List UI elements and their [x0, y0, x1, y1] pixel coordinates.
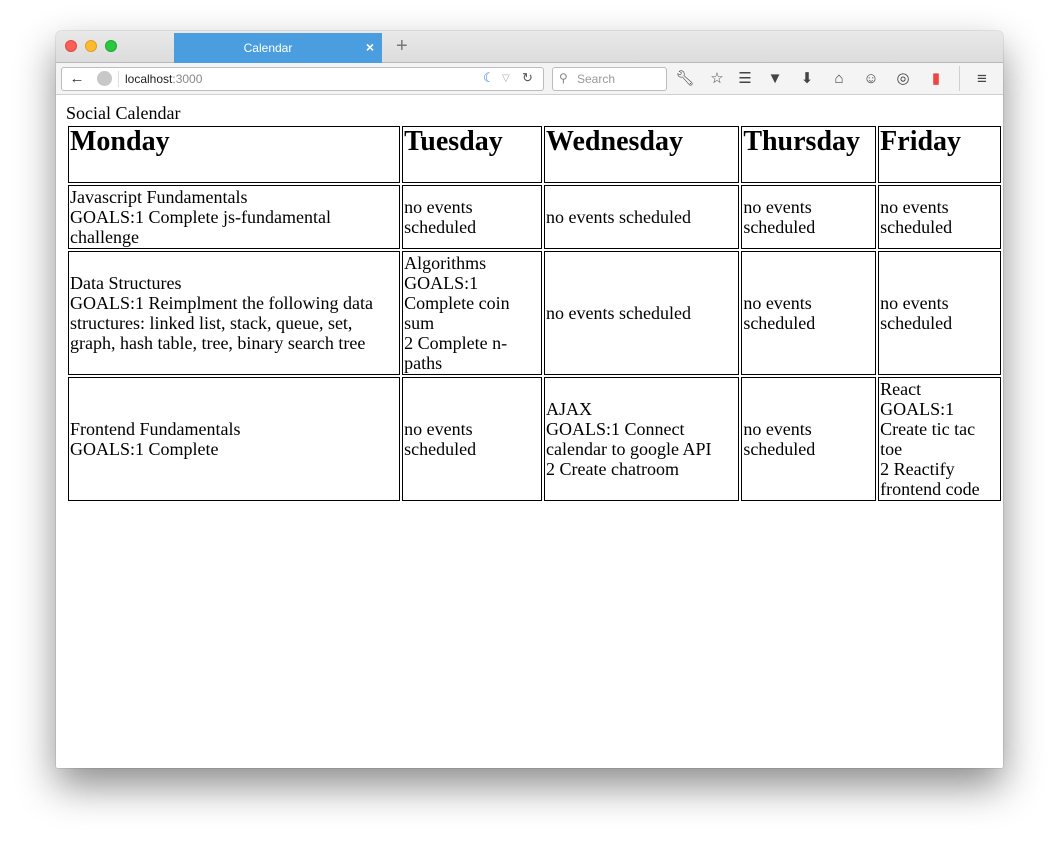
event-goals: GOALS:1 Complete js-fundamental challeng…: [70, 207, 331, 247]
event-goals: GOALS:1 Create tic tac toe: [880, 399, 976, 459]
search-bar[interactable]: ⚲ Search: [552, 67, 667, 91]
day-header-friday: Friday: [878, 126, 1001, 183]
event-goals: GOALS:1 Complete coin sum: [404, 273, 510, 333]
window-minimize-button[interactable]: [85, 40, 97, 52]
table-row: Frontend Fundamentals GOALS:1 Complete no…: [68, 377, 1001, 501]
day-name: Thursday: [743, 126, 861, 157]
event-title: Frontend Fundamentals: [70, 419, 241, 439]
no-events-text: no events scheduled: [743, 197, 816, 237]
search-icon: ⚲: [559, 71, 568, 85]
pocket-icon[interactable]: ▼: [765, 69, 785, 89]
no-events-text: no events scheduled: [404, 419, 477, 459]
event-cell: Javascript Fundamentals GOALS:1 Complete …: [68, 185, 401, 249]
back-arrow-icon: ←: [69, 70, 85, 87]
reader-mode-icon[interactable]: ☾: [483, 70, 495, 86]
chat-icon[interactable]: ☺: [861, 69, 881, 89]
nav-toolbar: ← localhost:3000 ☾ ▽ ↻ ⚲ Search 🔧︎ ☆ ☰ ▼…: [56, 63, 1003, 95]
event-goals: 2 Complete n-paths: [404, 333, 508, 373]
page-content: Social Calendar Monday Tuesday Wednesday…: [56, 95, 1003, 768]
event-cell: Algorithms GOALS:1 Complete coin sum 2 Com…: [402, 251, 543, 375]
url-text[interactable]: localhost:3000: [125, 72, 202, 86]
tab-calendar[interactable]: Calendar ×: [174, 33, 382, 63]
window-close-button[interactable]: [65, 40, 77, 52]
event-goals: 2 Create chatroom: [546, 459, 679, 479]
event-goals: 2 Reactify frontend code: [880, 459, 980, 499]
new-tab-button[interactable]: +: [396, 35, 408, 58]
menu-icon[interactable]: ≡: [972, 69, 992, 89]
event-cell: React GOALS:1 Create tic tac toe 2 Reactif…: [878, 377, 1001, 501]
event-title: Data Structures: [70, 273, 182, 293]
event-cell: no events scheduled: [402, 185, 543, 249]
bookmark-star-icon[interactable]: ☆: [707, 69, 727, 89]
search-placeholder: Search: [577, 72, 616, 86]
event-title: Javascript Fundamentals: [70, 187, 248, 207]
day-name: Tuesday: [404, 126, 503, 157]
day-header-monday: Monday: [68, 126, 401, 183]
reload-icon[interactable]: ↻: [522, 70, 533, 86]
event-cell: no events scheduled: [402, 377, 543, 501]
no-events-text: no events scheduled: [404, 197, 477, 237]
day-name: Friday: [880, 126, 962, 157]
no-events-text: no events scheduled: [546, 303, 692, 323]
table-row: Javascript Fundamentals GOALS:1 Complete …: [68, 185, 1001, 249]
tab-strip: Calendar × +: [56, 31, 1003, 63]
back-button[interactable]: ←: [61, 67, 93, 91]
event-goals: GOALS:1 Complete: [70, 439, 219, 459]
site-identity-icon[interactable]: [97, 71, 112, 86]
url-port: :3000: [172, 72, 203, 86]
calendar-table: Monday Tuesday Wednesday Thursday Friday…: [66, 124, 1003, 503]
dropdown-arrow-icon[interactable]: ▽: [502, 73, 510, 84]
wrench-icon[interactable]: 🔧︎: [675, 69, 695, 89]
calendar-header-row: Monday Tuesday Wednesday Thursday Friday: [68, 126, 1001, 183]
toolbar-separator: [959, 66, 960, 91]
day-header-wednesday: Wednesday: [544, 126, 740, 183]
no-events-text: no events scheduled: [546, 207, 692, 227]
event-goals: GOALS:1 Connect calendar to google API: [546, 419, 712, 459]
browser-window: Calendar × + ← localhost:3000 ☾ ▽ ↻ ⚲ Se…: [56, 31, 1003, 768]
event-cell: no events scheduled: [741, 377, 877, 501]
event-cell: no events scheduled: [741, 251, 877, 375]
url-host: localhost: [125, 72, 173, 86]
page-title: Social Calendar: [66, 103, 181, 123]
event-goals: GOALS:1 Reimplment the following data st…: [70, 293, 373, 353]
extension-icon[interactable]: ◎: [893, 69, 913, 89]
event-cell: Frontend Fundamentals GOALS:1 Complete: [68, 377, 401, 501]
event-cell: AJAX GOALS:1 Connect calendar to google A…: [544, 377, 740, 501]
event-cell: no events scheduled: [741, 185, 877, 249]
reading-list-icon[interactable]: ☰: [735, 69, 755, 89]
downloads-icon[interactable]: ⬇: [797, 69, 817, 89]
window-maximize-button[interactable]: [105, 40, 117, 52]
tab-close-icon[interactable]: ×: [366, 39, 374, 55]
no-events-text: no events scheduled: [743, 419, 816, 459]
event-title: AJAX: [546, 399, 593, 419]
day-name: Wednesday: [546, 126, 683, 157]
event-title: React: [880, 379, 922, 399]
url-bar[interactable]: localhost:3000 ☾ ▽ ↻: [92, 67, 544, 91]
no-events-text: no events scheduled: [880, 197, 953, 237]
event-cell: no events scheduled: [878, 185, 1001, 249]
addon-icon[interactable]: ▮: [926, 69, 946, 89]
event-cell: no events scheduled: [878, 251, 1001, 375]
url-divider: [118, 71, 119, 87]
day-header-tuesday: Tuesday: [402, 126, 543, 183]
day-header-thursday: Thursday: [741, 126, 877, 183]
table-row: Data Structures GOALS:1 Reimplment the fo…: [68, 251, 1001, 375]
tab-title: Calendar: [243, 41, 293, 55]
event-cell: Data Structures GOALS:1 Reimplment the fo…: [68, 251, 401, 375]
no-events-text: no events scheduled: [743, 293, 816, 333]
event-title: Algorithms: [404, 253, 487, 273]
day-name: Monday: [70, 126, 170, 157]
event-cell: no events scheduled: [544, 251, 740, 375]
event-cell: no events scheduled: [544, 185, 740, 249]
home-icon[interactable]: ⌂: [829, 69, 849, 89]
no-events-text: no events scheduled: [880, 293, 953, 333]
